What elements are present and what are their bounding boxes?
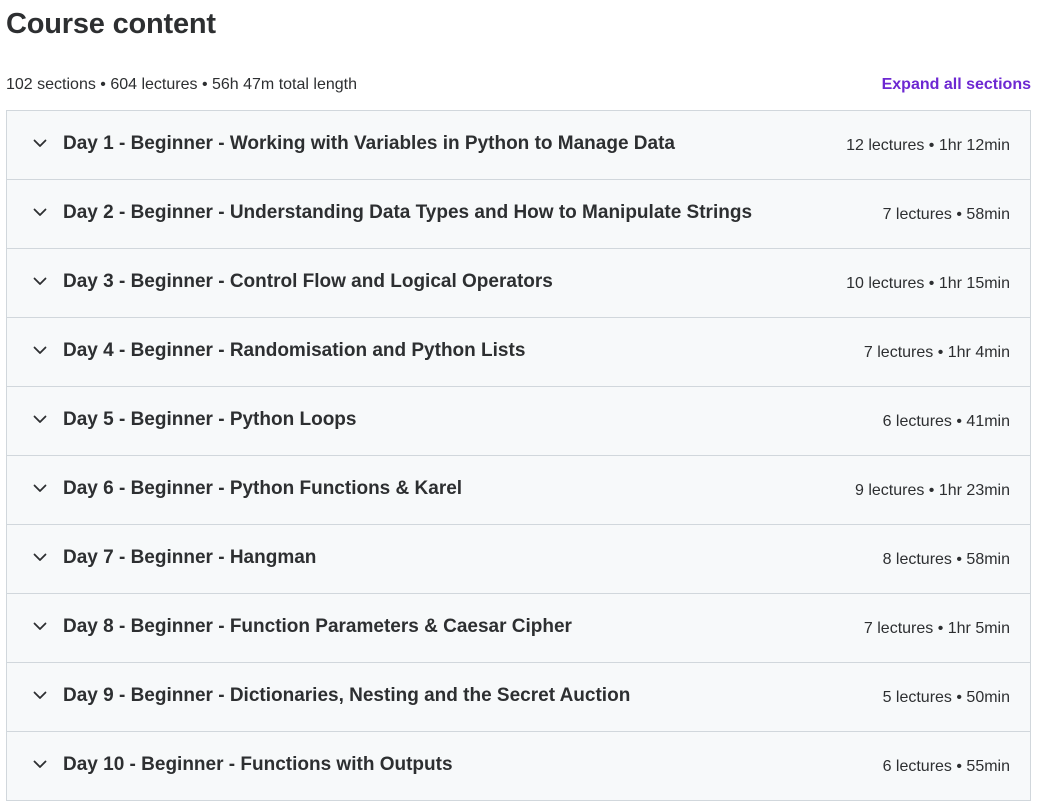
section-title: Day 3 - Beginner - Control Flow and Logi… — [63, 271, 553, 292]
section-meta: 7 lectures • 58min — [882, 206, 1010, 223]
section-title: Day 2 - Beginner - Understanding Data Ty… — [63, 202, 753, 223]
page-title: Course content — [6, 8, 216, 40]
section-meta: 7 lectures • 1hr 4min — [863, 344, 1010, 361]
course-summary-bar: 102 sections • 604 lectures • 56h 47m to… — [6, 72, 1031, 98]
section-meta: 7 lectures • 1hr 5min — [863, 620, 1010, 637]
chevron-down-icon — [32, 618, 48, 634]
section-title: Day 10 - Beginner - Functions with Outpu… — [63, 754, 453, 775]
section-title: Day 9 - Beginner - Dictionaries, Nesting… — [63, 685, 631, 706]
section-meta: 10 lectures • 1hr 15min — [846, 275, 1010, 292]
section-header-day-2[interactable]: Day 2 - Beginner - Understanding Data Ty… — [7, 180, 1030, 249]
chevron-down-icon — [32, 756, 48, 772]
section-header-day-4[interactable]: Day 4 - Beginner - Randomisation and Pyt… — [7, 318, 1030, 387]
section-meta: 6 lectures • 41min — [882, 413, 1010, 430]
section-meta: 6 lectures • 55min — [882, 758, 1010, 775]
expand-all-sections-button[interactable]: Expand all sections — [882, 76, 1031, 94]
section-header-day-5[interactable]: Day 5 - Beginner - Python Loops 6 lectur… — [7, 387, 1030, 456]
section-meta: 9 lectures • 1hr 23min — [854, 482, 1010, 499]
chevron-down-icon — [32, 135, 48, 151]
section-meta: 5 lectures • 50min — [882, 689, 1010, 706]
course-stats: 102 sections • 604 lectures • 56h 47m to… — [6, 76, 357, 93]
section-header-day-7[interactable]: Day 7 - Beginner - Hangman 8 lectures • … — [7, 525, 1030, 594]
chevron-down-icon — [32, 273, 48, 289]
section-title: Day 4 - Beginner - Randomisation and Pyt… — [63, 340, 526, 361]
chevron-down-icon — [32, 480, 48, 496]
sections-list: Day 1 - Beginner - Working with Variable… — [6, 110, 1031, 801]
chevron-down-icon — [32, 549, 48, 565]
section-meta: 12 lectures • 1hr 12min — [846, 137, 1010, 154]
section-header-day-9[interactable]: Day 9 - Beginner - Dictionaries, Nesting… — [7, 663, 1030, 732]
section-header-day-6[interactable]: Day 6 - Beginner - Python Functions & Ka… — [7, 456, 1030, 525]
section-header-day-10[interactable]: Day 10 - Beginner - Functions with Outpu… — [7, 732, 1030, 801]
section-title: Day 7 - Beginner - Hangman — [63, 547, 317, 568]
section-title: Day 6 - Beginner - Python Functions & Ka… — [63, 478, 463, 499]
section-header-day-1[interactable]: Day 1 - Beginner - Working with Variable… — [7, 111, 1030, 180]
section-meta: 8 lectures • 58min — [882, 551, 1010, 568]
section-header-day-3[interactable]: Day 3 - Beginner - Control Flow and Logi… — [7, 249, 1030, 318]
chevron-down-icon — [32, 204, 48, 220]
section-title: Day 8 - Beginner - Function Parameters &… — [63, 616, 572, 637]
section-header-day-8[interactable]: Day 8 - Beginner - Function Parameters &… — [7, 594, 1030, 663]
section-title: Day 5 - Beginner - Python Loops — [63, 409, 357, 430]
section-title: Day 1 - Beginner - Working with Variable… — [63, 133, 675, 154]
chevron-down-icon — [32, 411, 48, 427]
chevron-down-icon — [32, 687, 48, 703]
chevron-down-icon — [32, 342, 48, 358]
